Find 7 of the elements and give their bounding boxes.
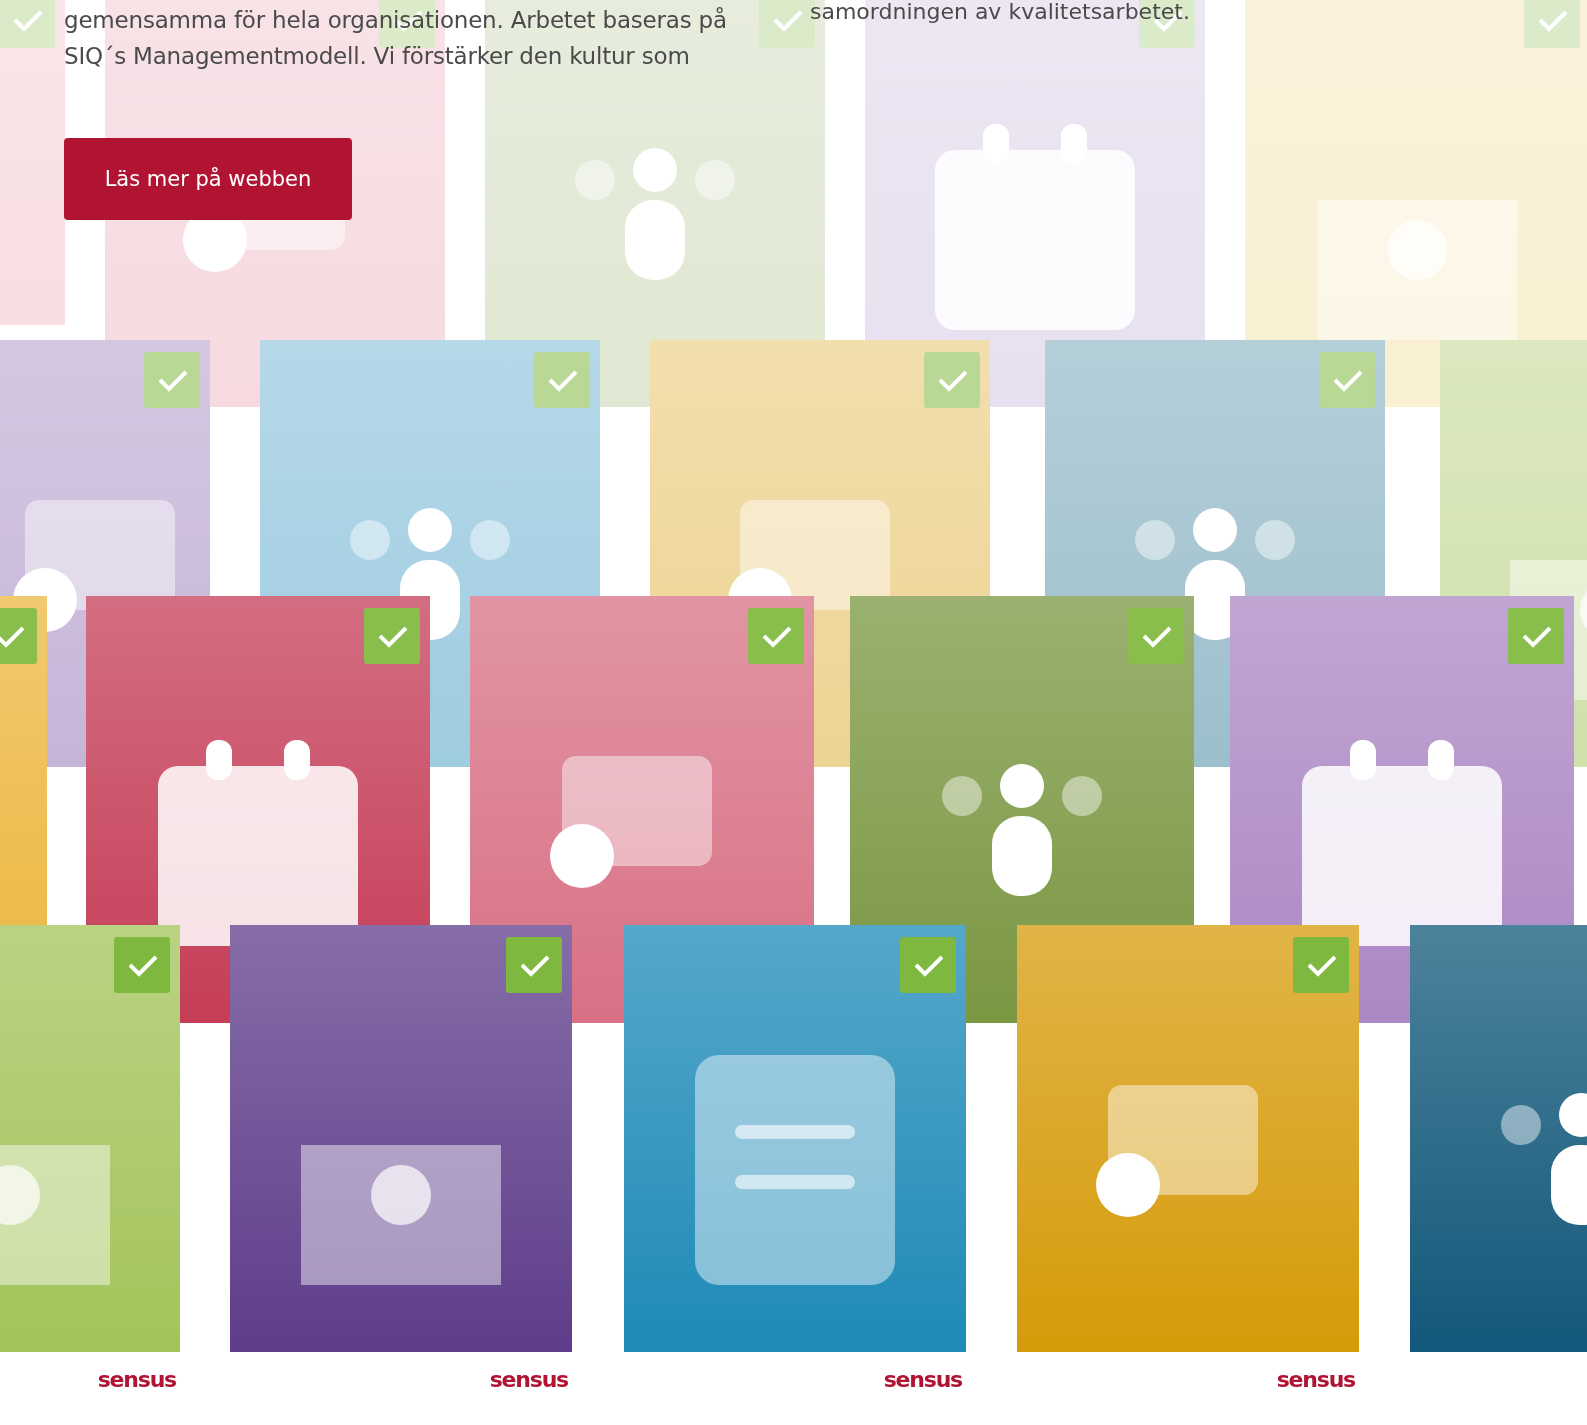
sensus-logo: sensus	[1276, 1367, 1355, 1392]
sensus-logo: sensus	[489, 1367, 568, 1392]
intro-paragraph: gemensamma för hela organisationen. Arbetet baseras på SIQ´s Managementmodell. Vi förstärker den kultur som	[64, 6, 727, 71]
sensus-logo: sensus	[883, 1367, 962, 1392]
sensus-logo: sensus	[97, 1367, 176, 1392]
body-text: samordningen av kvalitetsarbetet.	[810, 0, 1190, 24]
read-more-button[interactable]: Läs mer på webben	[64, 138, 352, 220]
